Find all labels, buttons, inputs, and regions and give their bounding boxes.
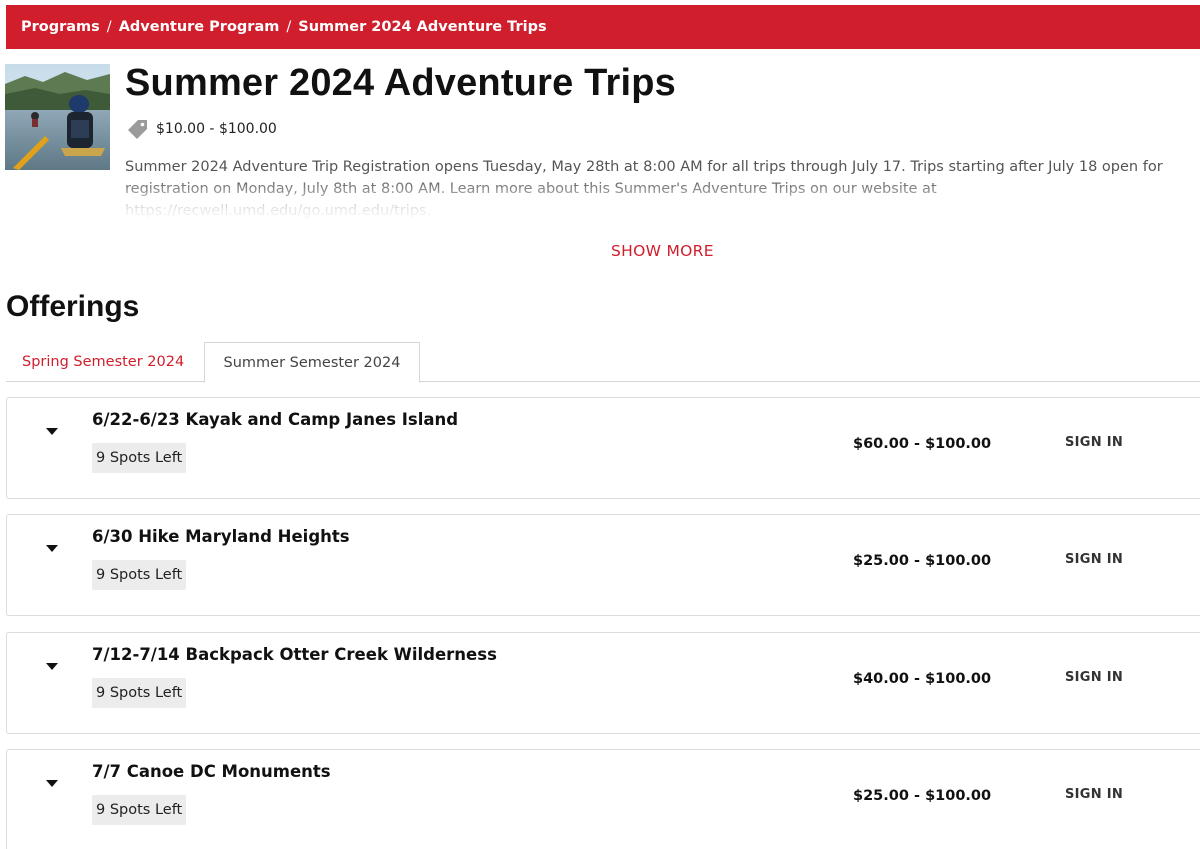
caret-down-icon[interactable] — [45, 426, 59, 436]
breadcrumb-current-page[interactable]: Summer 2024 Adventure Trips — [298, 19, 546, 35]
spots-left-badge: 9 Spots Left — [92, 443, 187, 473]
offering-price: $40.00 - $100.00 — [853, 671, 992, 687]
offering-card: 6/22-6/23 Kayak and Camp Janes Island 9 … — [6, 397, 1200, 499]
breadcrumb-programs[interactable]: Programs — [21, 19, 100, 35]
program-price-range: $10.00 - $100.00 — [126, 118, 277, 140]
sign-in-button[interactable]: SIGN IN — [1065, 552, 1123, 567]
offering-name[interactable]: 7/7 Canoe DC Monuments — [92, 762, 331, 781]
offering-name[interactable]: 6/22-6/23 Kayak and Camp Janes Island — [92, 410, 458, 429]
sign-in-button[interactable]: SIGN IN — [1065, 787, 1123, 802]
offering-name[interactable]: 7/12-7/14 Backpack Otter Creek Wildernes… — [92, 645, 497, 664]
spots-left-badge: 9 Spots Left — [92, 678, 187, 708]
price-range-text: $10.00 - $100.00 — [156, 121, 277, 137]
breadcrumb-separator: / — [286, 19, 292, 35]
offering-price: $25.00 - $100.00 — [853, 788, 992, 804]
tab-summer-semester-2024[interactable]: Summer Semester 2024 — [204, 342, 420, 383]
show-more-button[interactable]: SHOW MORE — [611, 242, 714, 260]
program-thumbnail-image — [5, 64, 110, 170]
offering-card: 7/12-7/14 Backpack Otter Creek Wildernes… — [6, 632, 1200, 734]
breadcrumb-adventure-program[interactable]: Adventure Program — [119, 19, 280, 35]
offering-card: 6/30 Hike Maryland Heights 9 Spots Left … — [6, 514, 1200, 616]
offering-price: $25.00 - $100.00 — [853, 553, 992, 569]
tag-icon — [126, 118, 150, 140]
offering-price: $60.00 - $100.00 — [853, 436, 992, 452]
breadcrumb-separator: / — [106, 19, 112, 35]
offerings-heading: Offerings — [6, 290, 140, 323]
offering-name[interactable]: 6/30 Hike Maryland Heights — [92, 527, 350, 546]
breadcrumb: Programs / Adventure Program / Summer 20… — [6, 5, 1200, 49]
page-title: Summer 2024 Adventure Trips — [125, 62, 676, 104]
offering-card: 7/7 Canoe DC Monuments 9 Spots Left $25.… — [6, 749, 1200, 849]
sign-in-button[interactable]: SIGN IN — [1065, 670, 1123, 685]
semester-tabs: Spring Semester 2024 Summer Semester 202… — [6, 342, 1200, 383]
description-fade-overlay — [120, 178, 1200, 222]
sign-in-button[interactable]: SIGN IN — [1065, 435, 1123, 450]
spots-left-badge: 9 Spots Left — [92, 795, 187, 825]
caret-down-icon[interactable] — [45, 778, 59, 788]
caret-down-icon[interactable] — [45, 661, 59, 671]
tab-spring-semester-2024[interactable]: Spring Semester 2024 — [6, 342, 200, 382]
spots-left-badge: 9 Spots Left — [92, 560, 187, 590]
caret-down-icon[interactable] — [45, 543, 59, 553]
